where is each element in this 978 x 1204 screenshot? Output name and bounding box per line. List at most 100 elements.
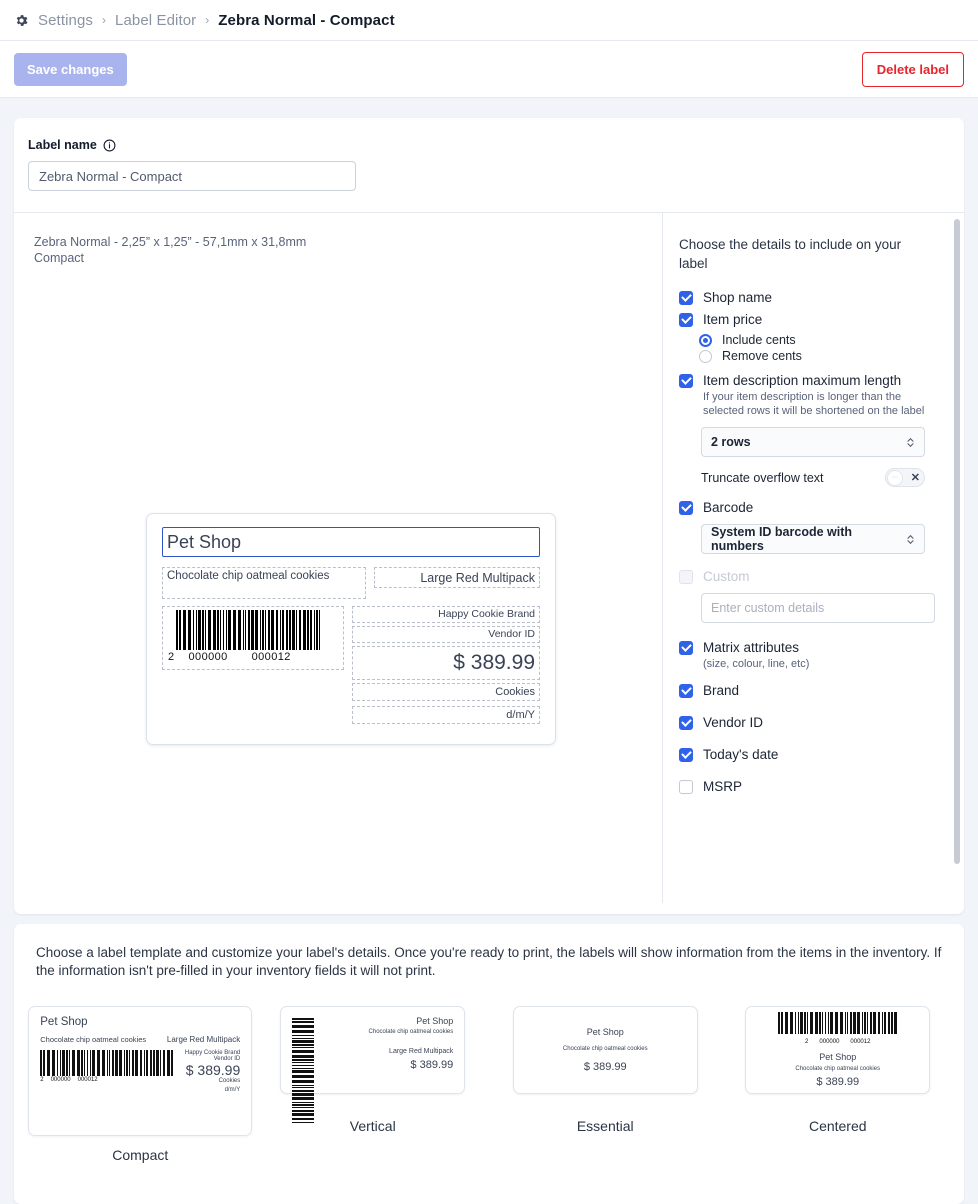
option-vendor-id[interactable]: Vendor ID — [679, 714, 948, 731]
option-sub-matrix-attributes: (size, colour, line, etc) — [703, 658, 810, 670]
radio-remove-cents-dot[interactable] — [699, 349, 712, 363]
gear-icon[interactable] — [14, 13, 29, 28]
template-cell-essential: Pet Shop Chocolate chip oatmeal cookies … — [489, 1006, 722, 1163]
template-caption-centered: Centered — [808, 1118, 867, 1134]
template-thumb-vertical[interactable]: Pet Shop Chocolate chip oatmeal cookies … — [280, 1006, 466, 1123]
thumb-compact-price: $ 389.99 — [185, 1062, 241, 1078]
thumb-essential-desc: Chocolate chip oatmeal cookies — [562, 1046, 648, 1052]
rows-select[interactable]: 2 rows — [701, 427, 925, 457]
thumb-compact-date: d/m/Y — [224, 1087, 241, 1093]
checkbox-matrix-attributes[interactable] — [679, 641, 693, 655]
barcode-type-select[interactable]: System ID barcode with numbers — [701, 524, 925, 554]
label-preview-wrapper: Pet Shop Chocolate chip oatmeal cookies … — [146, 513, 556, 745]
templates-description: Choose a label template and customize yo… — [36, 945, 942, 978]
thumb-essential-shop: Pet Shop — [586, 1027, 624, 1037]
barcode-digit-left: 2 — [168, 651, 175, 663]
option-item-price[interactable]: Item price — [679, 311, 948, 328]
breadcrumb-item-current: Zebra Normal - Compact — [218, 11, 395, 29]
template-thumb-compact[interactable]: Pet Shop Chocolate chip oatmeal cookies … — [28, 1006, 253, 1136]
radio-include-cents-dot[interactable] — [699, 333, 712, 347]
option-label-item-price: Item price — [703, 312, 763, 327]
checkbox-custom[interactable] — [679, 570, 693, 584]
template-caption-compact: Compact — [112, 1147, 169, 1163]
info-icon[interactable] — [103, 139, 116, 152]
price-cents-radiogroup: Include cents Remove cents — [699, 333, 948, 363]
template-cell-centered: 2 000000 000012 Pet Shop Chocolate chip … — [722, 1006, 955, 1163]
preview-barcode-field[interactable]: 2 000000 000012 — [162, 606, 344, 670]
checkbox-item-description-max-length[interactable] — [679, 374, 693, 388]
option-shop-name[interactable]: Shop name — [679, 289, 948, 306]
option-item-description-max-length[interactable]: Item description maximum length If your … — [679, 372, 948, 418]
truncate-overflow-label: Truncate overflow text — [701, 470, 824, 485]
checkbox-vendor-id[interactable] — [679, 716, 693, 730]
preview-brand-field[interactable]: Happy Cookie Brand — [352, 606, 540, 623]
preview-shop-name-field[interactable]: Pet Shop — [162, 527, 540, 557]
preview-description-field[interactable]: Chocolate chip oatmeal cookies — [162, 567, 366, 599]
chevron-updown-icon — [906, 436, 915, 449]
label-name-text: Label name — [28, 138, 97, 152]
preview-date-field[interactable]: d/m/Y — [352, 706, 540, 724]
preview-category-field[interactable]: Cookies — [352, 683, 540, 701]
template-cell-compact: Pet Shop Chocolate chip oatmeal cookies … — [24, 1006, 257, 1163]
thumb-compact-bc-left: 2 — [40, 1077, 44, 1083]
barcode-type-value: System ID barcode with numbers — [711, 525, 853, 553]
barcode-digits-mid: 000000 — [188, 651, 228, 663]
radio-include-cents[interactable]: Include cents — [699, 333, 948, 347]
checkbox-brand[interactable] — [679, 684, 693, 698]
checkbox-shop-name[interactable] — [679, 291, 693, 305]
preview-vendor-field[interactable]: Vendor ID — [352, 626, 540, 643]
radio-remove-cents-label: Remove cents — [722, 349, 802, 363]
label-name-input[interactable] — [28, 161, 356, 191]
option-label-msrp: MSRP — [703, 779, 743, 794]
delete-label-button[interactable]: Delete label — [861, 51, 964, 87]
label-size-caption: Zebra Normal - 2,25” x 1,25” - 57,1mm x … — [34, 235, 307, 265]
preview-date: d/m/Y — [506, 709, 535, 721]
thumb-compact-bc-right: 000012 — [77, 1077, 98, 1083]
save-changes-button[interactable]: Save changes — [14, 52, 127, 86]
label-preview[interactable]: Pet Shop Chocolate chip oatmeal cookies … — [146, 513, 556, 745]
preview-pane: Zebra Normal - 2,25” x 1,25” - 57,1mm x … — [14, 213, 662, 903]
option-label-barcode: Barcode — [703, 500, 754, 515]
checkbox-msrp[interactable] — [679, 780, 693, 794]
toggle-off-mark: ✕ — [910, 472, 920, 484]
thumb-centered-shop: Pet Shop — [819, 1052, 857, 1062]
checkbox-barcode[interactable] — [679, 501, 693, 515]
preview-variant-field[interactable]: Large Red Multipack — [374, 567, 540, 588]
label-name-label: Label name — [28, 138, 950, 152]
truncate-overflow-row: Truncate overflow text ⋯ ✕ — [701, 468, 925, 487]
thumb-compact-desc: Chocolate chip oatmeal cookies — [40, 1035, 147, 1044]
option-label-item-description-max-length: Item description maximum length — [703, 373, 902, 388]
thumb-vertical-variant: Large Red Multipack — [389, 1048, 454, 1055]
option-label-matrix-attributes: Matrix attributes — [703, 640, 800, 655]
barcode-numbers: 2 000000 000012 — [167, 651, 339, 663]
option-custom[interactable]: Custom — [679, 568, 948, 585]
template-cell-vertical: Pet Shop Chocolate chip oatmeal cookies … — [257, 1006, 490, 1163]
breadcrumb-item-label-editor[interactable]: Label Editor — [115, 12, 196, 29]
checkbox-item-price[interactable] — [679, 313, 693, 327]
thumb-centered-barcode — [777, 1012, 898, 1034]
preview-price-field[interactable]: $ 389.99 — [352, 646, 540, 680]
option-sub-item-description-max-length: If your item description is longer than … — [703, 391, 925, 417]
details-panel-scrollbar[interactable] — [954, 219, 960, 864]
chevron-updown-icon — [906, 533, 915, 546]
breadcrumb-separator-1: › — [102, 13, 106, 27]
rows-select-value: 2 rows — [711, 435, 751, 449]
option-msrp[interactable]: MSRP — [679, 778, 948, 795]
custom-details-input[interactable] — [701, 593, 935, 623]
thumb-centered-price: $ 389.99 — [816, 1076, 860, 1088]
template-thumb-essential[interactable]: Pet Shop Chocolate chip oatmeal cookies … — [512, 1006, 698, 1094]
radio-remove-cents[interactable]: Remove cents — [699, 349, 948, 363]
breadcrumb-item-settings[interactable]: Settings — [38, 12, 93, 29]
option-barcode[interactable]: Barcode — [679, 499, 948, 516]
toggle-knob: ⋯ — [887, 469, 903, 486]
checkbox-todays-date[interactable] — [679, 748, 693, 762]
thumb-centered-bc-mid: 000000 — [819, 1039, 840, 1045]
template-thumb-centered[interactable]: 2 000000 000012 Pet Shop Chocolate chip … — [745, 1006, 931, 1094]
action-bar: Save changes Delete label — [0, 41, 978, 98]
option-todays-date[interactable]: Today's date — [679, 746, 948, 763]
option-brand[interactable]: Brand — [679, 682, 948, 699]
preview-variant: Large Red Multipack — [420, 571, 535, 585]
option-matrix-attributes[interactable]: Matrix attributes (size, colour, line, e… — [679, 639, 948, 671]
truncate-overflow-toggle[interactable]: ⋯ ✕ — [885, 468, 925, 487]
thumb-vertical-barcode — [292, 1018, 315, 1124]
